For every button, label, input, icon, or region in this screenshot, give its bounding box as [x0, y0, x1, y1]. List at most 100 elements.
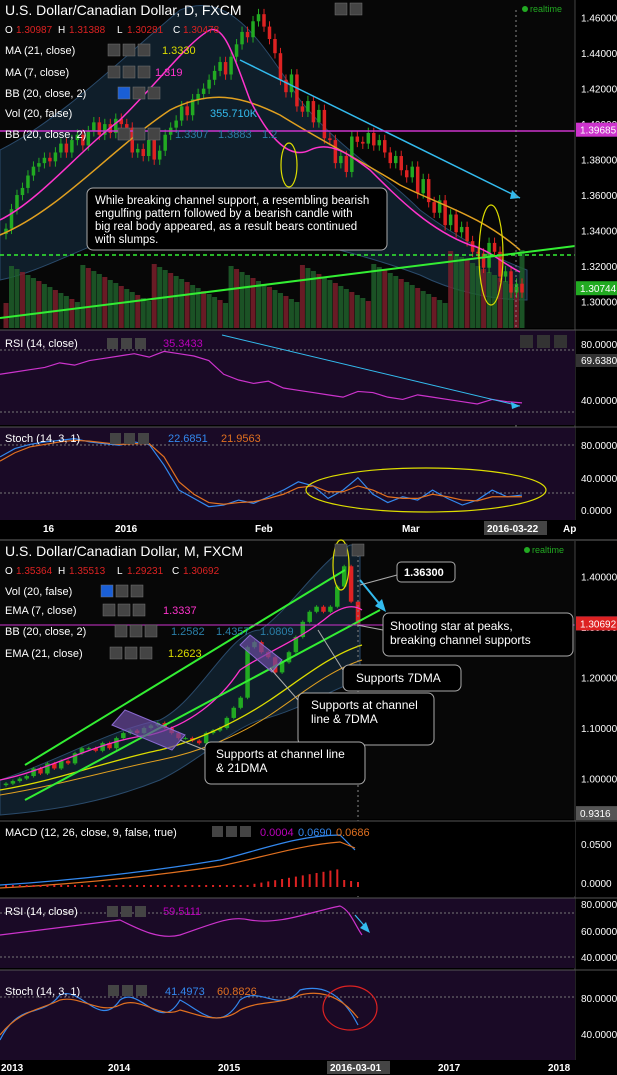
candle-body — [509, 271, 513, 293]
monthly-high: 1.35513 — [69, 566, 106, 577]
macd-bar — [177, 885, 180, 887]
monthly-ind-ema21[interactable]: EMA (21, close) — [5, 648, 83, 660]
daily-h-label: H — [58, 25, 65, 36]
candle-body — [3, 783, 9, 786]
volume-bar — [69, 299, 75, 328]
candle-body — [207, 79, 211, 89]
daily-x-axis: 16 2016 Feb Mar 2016-03-22 Ap — [0, 520, 617, 540]
monthly-macd-tick-1: 0.0500 — [581, 840, 612, 851]
monthly-l-label: L — [117, 566, 123, 577]
volume-bar — [47, 287, 53, 328]
volume-bar — [459, 257, 465, 328]
monthly-y-axis: 1.400001.300001.200001.100001.000001.307… — [574, 541, 617, 1060]
usdcad-charts: While breaking channel support, a resemb… — [0, 0, 617, 1075]
volume-bar — [256, 281, 262, 328]
macd-bar — [329, 870, 332, 887]
daily-o-label: O — [5, 25, 13, 36]
monthly-xtick-2014: 2014 — [108, 1063, 131, 1074]
monthly-stoch-label[interactable]: Stoch (14, 3, 1) — [5, 986, 80, 998]
candle-body — [179, 106, 184, 121]
candle-body — [307, 611, 312, 622]
candle-body — [59, 143, 63, 153]
monthly-rsi-tick-60: 60.0000 — [581, 927, 617, 938]
price-tag-value: 1.39685 — [580, 126, 617, 137]
candle-body — [212, 70, 217, 80]
candle-body — [20, 187, 25, 196]
candle-body — [321, 606, 326, 612]
candle-body — [196, 93, 200, 100]
candle-body — [17, 778, 23, 782]
macd-bar — [170, 885, 173, 887]
daily-stoch-label[interactable]: Stoch (14, 3, 1) — [5, 433, 80, 445]
daily-c-label: C — [173, 25, 180, 36]
daily-ind-bb1[interactable]: BB (20, close, 2) — [5, 88, 86, 100]
macd-bar — [11, 885, 14, 887]
monthly-rsi-label[interactable]: RSI (14, close) — [5, 906, 78, 918]
candle-body — [70, 140, 74, 153]
monthly-x-axis: 2013 2014 2015 2016-03-01 2017 2018 — [0, 1060, 617, 1075]
macd-bar — [198, 885, 201, 887]
candle-body — [311, 101, 316, 123]
monthly-stoch-tick-80: 80.0000 — [581, 994, 617, 1005]
volume-bar — [305, 268, 311, 328]
volume-bar — [217, 300, 223, 328]
candle-body — [366, 132, 371, 144]
monthly-ind-ema7[interactable]: EMA (7, close) — [5, 605, 77, 617]
daily-open: 1.30987 — [16, 25, 53, 36]
volume-bar — [261, 284, 267, 328]
monthly-h-label: H — [58, 566, 65, 577]
macd-bar — [94, 885, 97, 887]
macd-bar — [301, 875, 304, 887]
daily-ind-vol[interactable]: Vol (20, false) — [5, 108, 72, 120]
monthly-macd-v3: 0.0686 — [336, 827, 370, 839]
daily-ind-ma21[interactable]: MA (21, close) — [5, 45, 75, 57]
monthly-ind-vol[interactable]: Vol (20, false) — [5, 586, 72, 598]
y-tick: 1.00000 — [581, 775, 617, 786]
daily-ind-ma7[interactable]: MA (7, close) — [5, 67, 69, 79]
volume-bar — [387, 273, 393, 328]
macd-bar — [225, 885, 228, 887]
monthly-macd-tick-0: 0.0000 — [581, 879, 612, 890]
candle-body — [350, 136, 354, 172]
daily-rsi-label[interactable]: RSI (14, close) — [5, 338, 78, 350]
price-tag-value: 0.9316 — [580, 809, 611, 820]
monthly-rsi-panel: RSI (14, close) 59.5111 80.0000 60.0000 … — [0, 897, 617, 968]
monthly-ind-bb-v3: 1.0809 — [260, 626, 294, 638]
volume-bar — [179, 279, 185, 328]
candle-body — [238, 697, 243, 708]
daily-xtick-ap: Ap — [563, 524, 576, 535]
volume-bar — [118, 286, 124, 328]
daily-ind-bb2[interactable]: BB (20, close, 2) — [5, 129, 86, 141]
monthly-ind-bb-v1: 1.2582 — [171, 626, 205, 638]
macd-bar — [336, 869, 339, 887]
monthly-ind-bb[interactable]: BB (20, close, 2) — [5, 626, 86, 638]
candle-body — [361, 141, 365, 144]
monthly-ind-ema7-value: 1.3337 — [163, 605, 197, 617]
candle-body — [245, 647, 250, 698]
monthly-macd-label[interactable]: MACD (12, 26, close, 9, false, true) — [5, 827, 177, 839]
macd-bar — [87, 885, 90, 887]
daily-stoch-k: 22.6851 — [168, 433, 208, 445]
volume-bar — [420, 291, 426, 328]
monthly-open: 1.35364 — [16, 566, 53, 577]
volume-bar — [63, 296, 69, 328]
y-tick: 1.40000 — [581, 572, 617, 583]
price-tag-value: 1.30744 — [580, 284, 617, 295]
volume-bar — [151, 264, 157, 328]
volume-bar — [415, 288, 421, 328]
macd-bar — [232, 885, 235, 887]
candle-body — [278, 53, 283, 80]
volume-bar — [113, 283, 119, 328]
candle-body — [185, 106, 189, 116]
daily-stoch-panel: Stoch (14, 3, 1) 22.6851 21.9563 80.0000… — [0, 426, 617, 520]
volume-bar — [426, 294, 432, 328]
macd-bar — [74, 885, 77, 887]
macd-bar — [357, 882, 359, 887]
daily-ind-bb2-v2: 1.3883 — [218, 129, 252, 141]
volume-bar — [283, 296, 289, 328]
candle-body — [421, 179, 425, 194]
volume-bar — [486, 272, 492, 328]
daily-xtick-16: 16 — [43, 524, 55, 535]
monthly-stoch-d: 60.8826 — [217, 986, 257, 998]
volume-bar — [294, 302, 300, 328]
